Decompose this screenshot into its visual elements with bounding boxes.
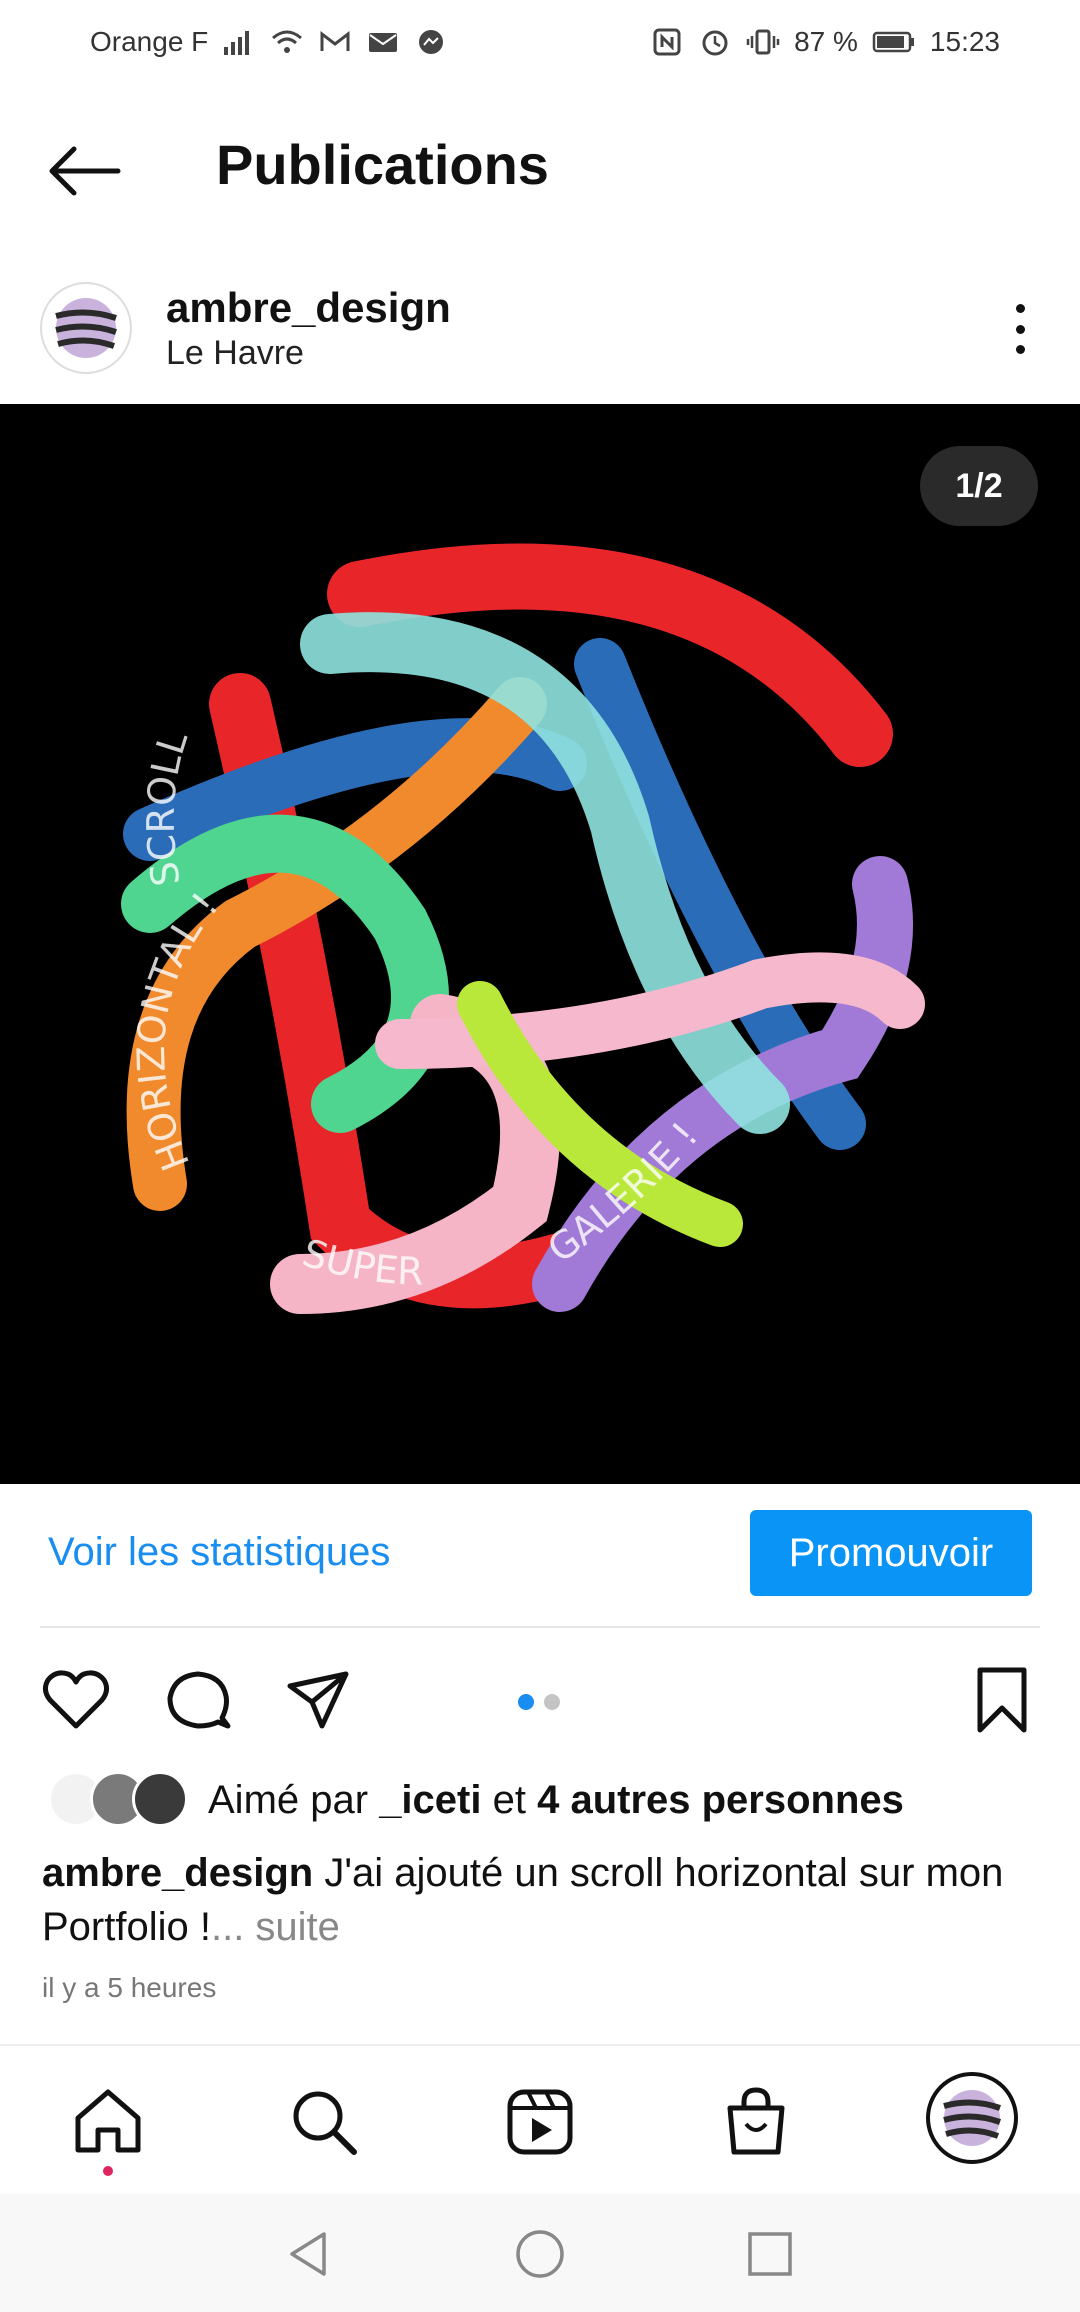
view-insights-link[interactable]: Voir les statistiques [48,1530,390,1575]
likes-text: Aimé par _iceti et 4 autres personnes [208,1778,904,1823]
carousel-dot [544,1694,560,1710]
author-username[interactable]: ambre_design [166,284,451,332]
battery-percent: 87 % [794,26,858,57]
carousel-dots [518,1694,560,1710]
promote-button[interactable]: Promouvoir [750,1510,1032,1596]
bookmark-icon[interactable] [966,1664,1038,1736]
messenger-icon [419,30,444,54]
back-arrow-icon[interactable] [40,136,130,206]
battery-icon [872,31,914,53]
system-nav-bar [0,2194,1080,2312]
status-right: 87 % 15:23 [650,26,1000,58]
likes-connector: et [492,1777,526,1822]
carrier-label: Orange F [90,26,209,57]
nfc-icon [653,28,681,56]
post-header: ambre_design Le Havre [0,254,1080,404]
caption-more-link[interactable]: ... suite [211,1905,340,1949]
profile-tab-avatar[interactable] [926,2072,1018,2164]
system-home-icon[interactable] [512,2226,568,2282]
ribbon-sphere-artwork: SCROLL HORIZONTAL ! SUPER GALERIE ! [121,543,925,1314]
author-avatar[interactable] [40,282,132,374]
home-icon[interactable] [70,2084,146,2160]
page-title: Publications [216,133,549,196]
more-options-button[interactable] [1000,294,1040,364]
dot [1015,304,1025,313]
system-recents-icon[interactable] [742,2226,798,2282]
post-caption: ambre_design J'ai ajouté un scroll horiz… [42,1846,1042,1954]
share-icon[interactable] [282,1664,354,1736]
post-timestamp: il y a 5 heures [42,1972,217,2003]
alarm-icon [702,30,728,56]
image-page-indicator: 1/2 [920,446,1038,526]
reels-icon[interactable] [502,2084,578,2160]
avatar-sphere-icon [55,298,117,358]
liker-avatar [132,1771,188,1827]
divider [40,1626,1040,1628]
status-bar: Orange F 87 % 15:23 [0,0,1080,84]
insights-row: Voir les statistiques Promouvoir [0,1484,1080,1626]
post-image[interactable]: SCROLL HORIZONTAL ! SUPER GALERIE ! 1/2 [0,404,1080,1484]
search-icon[interactable] [286,2084,362,2160]
mail-icon [369,33,398,52]
post-actions [0,1650,1080,1740]
home-notification-dot [103,2166,113,2176]
other-likers[interactable]: 4 autres personnes [537,1778,904,1822]
caption-username[interactable]: ambre_design [42,1851,313,1895]
carousel-dot-active [518,1694,534,1710]
heart-icon[interactable] [40,1664,112,1736]
vibrate-icon [746,29,780,55]
comment-icon[interactable] [162,1664,234,1736]
status-left: Orange F [90,26,448,58]
shop-icon[interactable] [718,2084,794,2160]
likes-prefix: Aimé par [208,1777,369,1822]
wifi-icon [272,30,303,53]
gmail-icon [320,30,350,51]
likes-row[interactable]: Aimé par _iceti et 4 autres personnes [48,1770,904,1830]
dot [1015,345,1025,354]
dot [1015,324,1025,334]
signal-icon [224,31,250,55]
liker-avatars [48,1771,188,1829]
post-location[interactable]: Le Havre [166,334,304,373]
clock: 15:23 [929,26,1000,57]
bottom-nav [0,2044,1080,2194]
system-back-icon[interactable] [280,2226,336,2282]
profile-sphere-icon [943,2090,1002,2146]
liker-username[interactable]: _iceti [379,1778,481,1822]
top-header: Publications [0,84,1080,254]
